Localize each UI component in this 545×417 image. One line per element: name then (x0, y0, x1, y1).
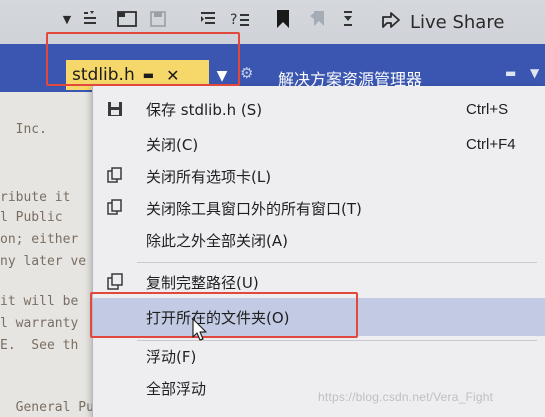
live-share-icon (380, 10, 402, 35)
menu-item-open-containing-folder[interactable]: 打开所在的文件夹(O) (93, 298, 545, 336)
code-editor[interactable]: Inc. ribute it l Public on; either ny la… (0, 92, 100, 417)
menu-item-close-all-but-this[interactable]: 除此之外全部关闭(A) (93, 224, 545, 256)
tab-context-menu: 保存 stdlib.h (S) Ctrl+S 关闭(C) Ctrl+F4 关闭所… (92, 86, 545, 417)
save-icon (105, 99, 125, 119)
svg-text:?: ? (230, 12, 237, 28)
tab-dropdown-icon[interactable]: ▼ (212, 64, 232, 88)
indent-icon[interactable] (196, 6, 220, 32)
pane-caret-icon[interactable]: ▼ (530, 66, 539, 80)
mouse-cursor-icon (192, 318, 208, 342)
menu-shortcut: Ctrl+S (466, 100, 509, 118)
code-line: ribute it (0, 190, 71, 205)
code-line: Inc. (0, 122, 47, 137)
code-line: l warranty (0, 316, 79, 331)
menu-label: 关闭所有选项卡(L) (146, 167, 272, 186)
tab-title: stdlib.h (72, 65, 135, 85)
code-line: General Pu (0, 400, 94, 415)
menu-item-save[interactable]: 保存 stdlib.h (S) Ctrl+S (93, 93, 545, 125)
menu-label: 除此之外全部关闭(A) (146, 231, 288, 250)
menu-label: 打开所在的文件夹(O) (146, 308, 290, 327)
close-icon[interactable]: ✕ (166, 66, 179, 85)
code-line: l Public (0, 210, 63, 225)
gear-icon[interactable]: ⚙ (240, 64, 253, 82)
pin-icon[interactable]: ▬ (143, 68, 154, 82)
code-line: ny later ve (0, 254, 87, 269)
list-format-icon[interactable] (80, 6, 100, 32)
close-windows-icon (105, 198, 125, 218)
menu-item-close-all-tabs[interactable]: 关闭所有选项卡(L) (93, 160, 545, 192)
menu-item-close-all-but-tool-windows[interactable]: 关闭除工具窗口外的所有窗口(T) (93, 192, 545, 224)
pane-pin-icon[interactable]: ▬ (505, 66, 516, 80)
menu-item-copy-full-path[interactable]: 复制完整路径(U) (93, 266, 545, 298)
menu-item-close[interactable]: 关闭(C) Ctrl+F4 (93, 128, 545, 160)
menu-label: 浮动(F) (146, 347, 197, 366)
code-line: it will be (0, 294, 79, 309)
menu-label: 全部浮动 (146, 379, 207, 398)
code-line: E. See th (0, 338, 79, 353)
live-share-button[interactable]: Live Share (380, 9, 504, 35)
code-line: on; either (0, 232, 79, 247)
bookmark-icon[interactable] (272, 6, 294, 32)
dropdown-arrow-icon[interactable]: ▼ (60, 6, 74, 32)
more-icon[interactable] (338, 6, 358, 32)
copy-path-icon (105, 272, 125, 292)
find-icon[interactable] (114, 6, 140, 32)
menu-shortcut: Ctrl+F4 (466, 135, 516, 153)
document-tab-strip: stdlib.h ▬ ✕ ▼ ⚙ 解决方案资源管理器 ▬ ▼ (0, 44, 545, 92)
close-all-tabs-icon (105, 166, 125, 186)
save-icon[interactable] (148, 6, 168, 32)
menu-label: 关闭(C) (146, 135, 199, 154)
menu-separator (137, 262, 537, 263)
menu-label: 复制完整路径(U) (146, 273, 259, 292)
menu-label: 关闭除工具窗口外的所有窗口(T) (146, 199, 362, 218)
menu-item-float[interactable]: 浮动(F) (93, 340, 545, 372)
watermark: https://blog.csdn.net/Vera_Fight (318, 390, 494, 404)
toolbar: ▼ ? Live Share (0, 0, 545, 44)
menu-label: 保存 stdlib.h (S) (146, 100, 263, 119)
bookmark-nav-icon[interactable] (306, 6, 332, 32)
format-icon[interactable]: ? (228, 6, 252, 32)
live-share-label: Live Share (410, 11, 505, 33)
